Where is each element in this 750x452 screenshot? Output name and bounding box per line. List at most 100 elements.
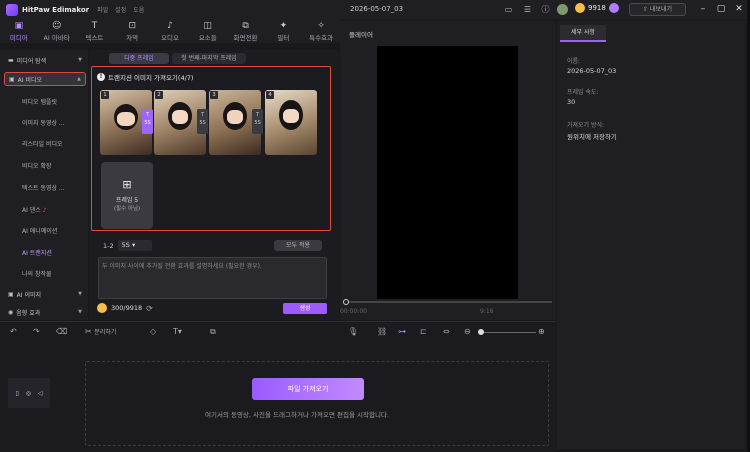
tab-text[interactable]: T 텍스트 [76,19,114,43]
details-panel: 세부 사항 이름: 2026-05-07_03 프레임 속도: 30 가져오기 … [557,21,746,449]
track-audio-icon[interactable]: ◁ [38,390,43,397]
nav-sound-effects[interactable]: ◉ 음향 효과 ▼ [4,305,86,319]
nav-ai-animation[interactable]: AI 애니메이션 [22,226,57,235]
apply-all-button[interactable]: 모두 적용 [274,240,322,251]
microphone-icon[interactable]: 🎙 [348,327,358,337]
timeline-toolbar: ↶ ↷ ⌫ ✂ 분리하기 ◇ T▾ ⧉ 🎙 ⛓ ⊶ ⊏ ⇔ ⊖ ⊕ [0,321,556,341]
tab-elements[interactable]: ◫ 요소들 [189,19,227,43]
zoom-slider[interactable] [478,332,536,333]
nav-label: AI 비디오 [17,76,43,84]
credit-cost: 300/9918 ⟳ [97,303,153,313]
nav-ai-image[interactable]: ▣ AI 이미지 ▼ [4,287,86,301]
nav-text-to-video[interactable]: 텍스트 동영상 ... [22,183,65,192]
nav-label: 음향 효과 [16,309,41,317]
track-visibility-icon[interactable]: ◎ [26,390,31,397]
zoom-in-icon[interactable]: ⊕ [538,327,545,337]
import-mode-label: 가져오기 방식: [567,122,605,129]
add-frame-title: 프레임 5 [115,197,139,204]
tab-ai-avatar[interactable]: ☺ AI 아바타 [38,19,76,43]
generate-button[interactable]: 생성 [283,303,327,314]
menu-settings[interactable]: 설정 [115,5,126,14]
info-icon[interactable]: ⓘ [540,4,551,15]
tab-transitions[interactable]: ⧉ 화면전환 [227,19,265,43]
nav-my-creations[interactable]: 나의 창작물 [22,269,52,278]
frames-section: ! 트랜지션 이미지 가져오기(4/7) 1 T 5S 2 T 5S 3 T 5S 4 [91,66,331,231]
nav-ai-transition[interactable]: AI 트랜지션 [22,248,52,257]
credit-cost-value: 300/9918 [111,304,143,312]
tab-label: 텍스트 [85,34,104,42]
import-file-button[interactable]: 파일 가져오기 [252,378,364,400]
fps-label: 프레임 속도: [567,89,599,96]
frames-hint: ! 트랜지션 이미지 가져오기(4/7) [97,72,193,82]
avatar[interactable] [557,4,568,15]
trash-icon[interactable]: ⌫ [56,327,67,337]
add-frame-slot[interactable]: ⊞ 프레임 5 (필수 아님) [101,162,153,229]
prompt-textarea[interactable]: 두 이미지 사이에 추가될 전환 효과를 설명하세요 (필요한 경우). [98,257,327,299]
nav-image-to-video[interactable]: 이미지 동영상 ... [22,118,65,127]
undo-icon[interactable]: ↶ [10,327,17,337]
nav-ai-dance[interactable]: AI 댄스 ♪ [22,205,47,214]
export-frame-icon[interactable]: ⧉ [210,327,216,337]
redo-icon[interactable]: ↷ [33,327,40,337]
text-tool-icon[interactable]: T▾ [173,327,182,337]
minimize-icon[interactable]: – [697,3,709,15]
transition-duration[interactable]: T 5S [142,109,153,134]
duration-dropdown[interactable]: 5S ▾ [117,240,152,251]
timeline-drop-zone[interactable] [85,361,549,446]
tab-label: 필터 [277,34,290,42]
frame-thumbnail[interactable]: 4 [265,90,317,155]
magnet-icon[interactable]: ⊶ [398,327,406,337]
character-face [117,112,135,126]
layout-icon[interactable]: ▭ [503,4,514,15]
transition-dur: 5S [144,120,151,126]
zoom-out-icon[interactable]: ⊖ [464,327,471,337]
mask-icon[interactable]: ◇ [150,327,156,337]
menu-help[interactable]: 도움 [133,5,144,14]
tab-captions[interactable]: ⊡ 자막 [113,19,151,43]
import-mode-value: 원위치에 저장하기 [567,133,617,141]
name-value: 2026-05-07_03 [567,67,617,75]
aspect-ratio[interactable]: 9:16 [480,308,493,315]
coin-icon [575,3,585,13]
link-icon[interactable]: ⛓ [377,327,387,337]
nav-video-extend[interactable]: 비디오 확장 [22,161,52,170]
tab-multi-frame[interactable]: 다중 프레임 [109,53,169,64]
transition-duration[interactable]: T 5S [197,109,208,134]
nav-media-explorer[interactable]: ▬ 미디어 탐색 ▼ [4,53,86,67]
tab-filters[interactable]: ✦ 필터 [264,19,302,43]
frame-number: 1 [101,91,109,99]
export-button[interactable]: ⇧ 내보내기 [629,3,686,16]
hint-text: 트랜지션 이미지 가져오기(4/7) [108,74,194,82]
coin-balance[interactable]: 9918 [575,3,619,13]
transition-duration[interactable]: T 5S [252,109,263,134]
zoom-slider-handle[interactable] [478,329,484,335]
scrubber-handle[interactable] [343,299,349,305]
fit-icon[interactable]: ⇔ [443,327,450,337]
text-icon: T [91,21,98,31]
snap-icon[interactable]: ⊏ [420,327,427,337]
refresh-icon[interactable]: ⟳ [146,304,153,313]
nav-restyle-video[interactable]: 리스타일 비디오 [22,139,63,148]
nav-label: AI 이미지 [16,291,42,299]
chevron-down-icon: ▼ [78,291,82,297]
filter-icon: ✦ [279,21,288,31]
tab-media[interactable]: ▣ 미디어 [0,19,38,43]
nav-video-template[interactable]: 비디오 템플릿 [22,97,57,106]
tab-effects[interactable]: ✧ 특수효과 [302,19,340,43]
tab-audio[interactable]: ♪ 오디오 [151,19,189,43]
split-button[interactable]: ✂ 분리하기 [85,327,116,338]
tab-first-last-frame[interactable]: 첫 번째-마지막 프레임 [172,53,246,64]
track-lock-icon[interactable]: ▯ [15,390,18,397]
tab-details[interactable]: 세부 사항 [560,25,606,42]
notes-icon[interactable]: ☰ [522,4,533,15]
preview-screen[interactable] [377,46,518,299]
caption-icon: ⊡ [128,21,136,31]
close-icon[interactable]: ✕ [733,3,745,15]
scrubber-track[interactable] [345,301,552,303]
menu-file[interactable]: 파일 [97,5,108,14]
duration-value: 5S [121,241,130,249]
chevron-up-icon: ▲ [77,76,81,82]
maximize-icon[interactable]: ▢ [715,3,727,15]
audio-icon: ♪ [167,21,173,31]
nav-ai-video[interactable]: ▣ AI 비디오 ▲ [4,72,86,86]
